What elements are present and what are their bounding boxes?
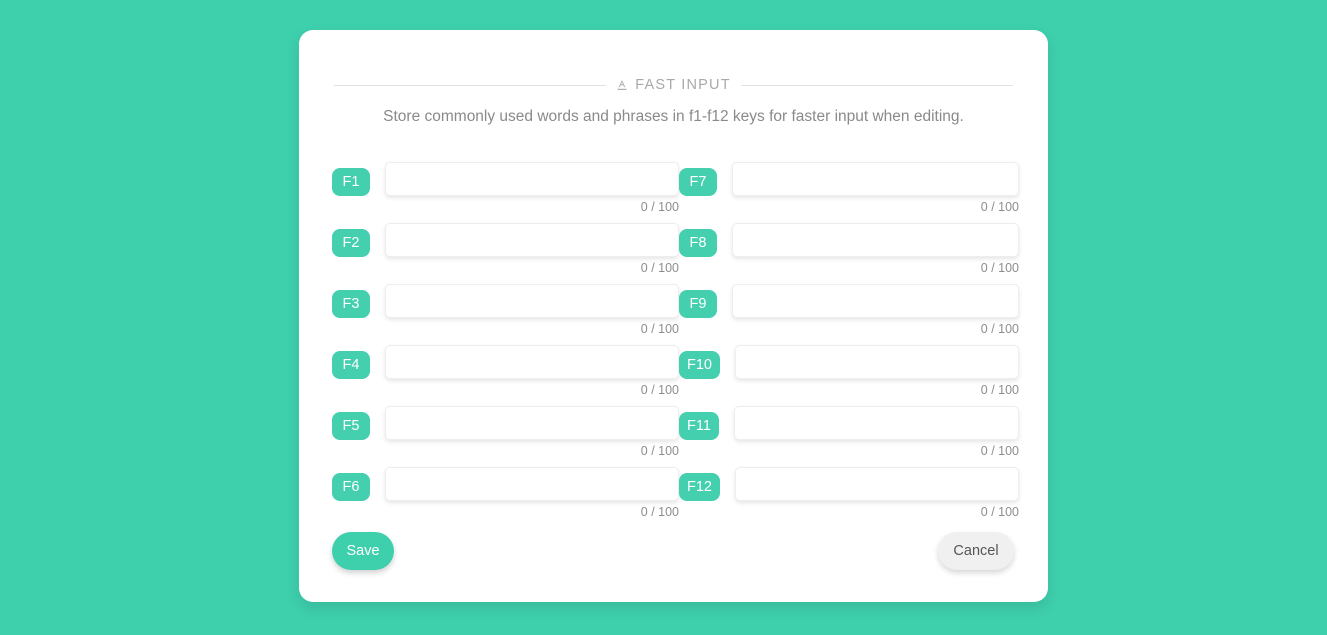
cancel-button[interactable]: Cancel <box>938 532 1014 570</box>
dialog-footer: Save Cancel <box>332 532 1014 572</box>
fkey-row: F7 0 / 100 <box>679 150 1019 214</box>
fkey-row: F6 0 / 100 <box>332 455 679 519</box>
fkey-row: F2 0 / 100 <box>332 211 679 275</box>
char-counter: 0 / 100 <box>640 505 679 519</box>
fkey-badge-f6[interactable]: F6 <box>332 473 370 501</box>
save-button[interactable]: Save <box>332 532 394 570</box>
fkey-input-f7[interactable] <box>732 162 1019 196</box>
fkey-row: F12 0 / 100 <box>679 455 1019 519</box>
page-title: FAST INPUT <box>616 77 731 93</box>
fkey-row: F8 0 / 100 <box>679 211 1019 275</box>
section-header: FAST INPUT <box>334 75 1013 95</box>
fkey-field-wrap: 0 / 100 <box>385 211 679 275</box>
fkey-badge-f9[interactable]: F9 <box>679 290 717 318</box>
fkey-field-wrap: 0 / 100 <box>733 394 1019 458</box>
fkey-input-f6[interactable] <box>385 467 679 501</box>
fkey-badge-f5[interactable]: F5 <box>332 412 370 440</box>
fkey-field-wrap: 0 / 100 <box>732 211 1019 275</box>
fkey-badge-f11[interactable]: F11 <box>679 412 719 440</box>
fkey-row: F9 0 / 100 <box>679 272 1019 336</box>
fkey-row-pair: F3 0 / 100 F9 0 / 100 <box>332 272 1019 336</box>
fkey-badge-f8[interactable]: F8 <box>679 229 717 257</box>
fkey-input-f9[interactable] <box>732 284 1019 318</box>
header-rule-left <box>334 84 607 86</box>
fkey-field-wrap: 0 / 100 <box>735 333 1019 397</box>
fkey-input-f4[interactable] <box>385 345 679 379</box>
fkey-field-wrap: 0 / 100 <box>732 150 1019 214</box>
fkey-field-wrap: 0 / 100 <box>385 333 679 397</box>
fkey-row-pair: F5 0 / 100 F11 0 / 100 <box>332 394 1019 458</box>
fkey-input-f5[interactable] <box>385 406 679 440</box>
fkey-row-pair: F2 0 / 100 F8 0 / 100 <box>332 211 1019 275</box>
fkey-input-f8[interactable] <box>732 223 1019 257</box>
fkey-input-f2[interactable] <box>385 223 679 257</box>
fkey-field-wrap: 0 / 100 <box>732 272 1019 336</box>
text-format-icon <box>616 79 628 92</box>
fkey-field-wrap: 0 / 100 <box>735 455 1019 519</box>
fkey-badge-f4[interactable]: F4 <box>332 351 370 379</box>
fkey-input-f10[interactable] <box>735 345 1019 379</box>
fkey-row-pair: F1 0 / 100 F7 0 / 100 <box>332 150 1019 214</box>
page-title-text: FAST INPUT <box>635 77 731 93</box>
fkey-field-wrap: 0 / 100 <box>385 455 679 519</box>
fkey-field-wrap: 0 / 100 <box>385 150 679 214</box>
fkey-badge-f3[interactable]: F3 <box>332 290 370 318</box>
fkey-input-f1[interactable] <box>385 162 679 196</box>
fkey-input-f12[interactable] <box>735 467 1019 501</box>
fkey-badge-f1[interactable]: F1 <box>332 168 370 196</box>
fkey-badge-f10[interactable]: F10 <box>679 351 720 379</box>
fkey-input-f3[interactable] <box>385 284 679 318</box>
header-rule-right <box>740 84 1013 86</box>
fkey-row: F5 0 / 100 <box>332 394 679 458</box>
fkey-row-pair: F4 0 / 100 F10 0 / 100 <box>332 333 1019 397</box>
fkey-row: F10 0 / 100 <box>679 333 1019 397</box>
fkey-row: F1 0 / 100 <box>332 150 679 214</box>
fkey-field-wrap: 0 / 100 <box>385 394 679 458</box>
fkey-badge-f12[interactable]: F12 <box>679 473 720 501</box>
description-text: Store commonly used words and phrases in… <box>383 108 964 125</box>
fast-input-card: FAST INPUT Store commonly used words and… <box>299 30 1048 602</box>
fkey-row: F3 0 / 100 <box>332 272 679 336</box>
fkey-badge-f7[interactable]: F7 <box>679 168 717 196</box>
fkey-rows: F1 0 / 100 F7 0 / 100 F2 0 / 100 F8 0 / 100 F3 0 … <box>332 150 1019 519</box>
fkey-field-wrap: 0 / 100 <box>385 272 679 336</box>
fkey-row: F11 0 / 100 <box>679 394 1019 458</box>
fkey-row-pair: F6 0 / 100 F12 0 / 100 <box>332 455 1019 519</box>
char-counter: 0 / 100 <box>980 505 1019 519</box>
fkey-badge-f2[interactable]: F2 <box>332 229 370 257</box>
fkey-row: F4 0 / 100 <box>332 333 679 397</box>
fkey-input-f11[interactable] <box>733 406 1019 440</box>
